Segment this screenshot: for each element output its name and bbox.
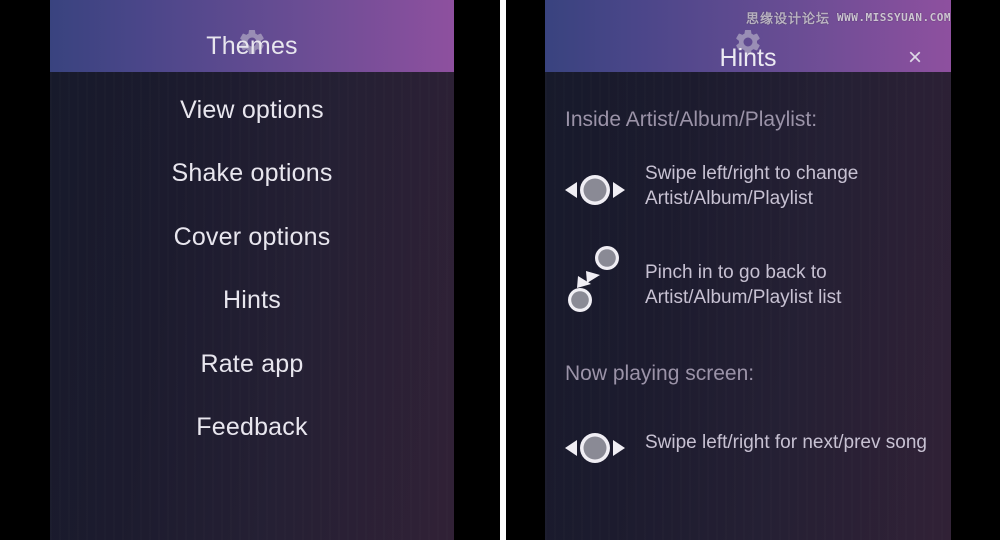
- page-title: Hints: [719, 44, 777, 72]
- menu-item-shake-options[interactable]: Shake options: [50, 161, 454, 186]
- menu-item-hints[interactable]: Hints: [50, 288, 454, 313]
- section-heading-now-playing: Now playing screen:: [565, 362, 755, 385]
- hint-text: Swipe left/right to change Artist/Album/…: [645, 163, 859, 209]
- settings-menu: Themes View options Shake options Cover …: [50, 0, 454, 479]
- swipe-horizontal-icon: [557, 160, 633, 220]
- screenshot-stage: Themes View options Shake options Cover …: [0, 0, 1000, 550]
- menu-item-view-options[interactable]: View options: [50, 97, 454, 123]
- close-icon[interactable]: ×: [899, 42, 931, 74]
- menu-item-feedback[interactable]: Feedback: [50, 415, 454, 440]
- hints-dialog: Hints × Inside Artist/Album/Playlist: Sw…: [545, 0, 951, 540]
- settings-screen: Themes View options Shake options Cover …: [50, 0, 454, 540]
- pinch-in-icon: [557, 240, 633, 320]
- device-bezel-right: [951, 0, 1000, 540]
- device-bezel-middle-left: [506, 0, 545, 540]
- hints-titlebar: Hints ×: [545, 42, 951, 74]
- hint-text: Pinch in to go back to Artist/Album/Play…: [645, 262, 842, 308]
- hints-screen: Hints × Inside Artist/Album/Playlist: Sw…: [545, 0, 951, 540]
- hint-text: Swipe left/right for next/prev song: [645, 432, 927, 453]
- section-heading-inside-artist: Inside Artist/Album/Playlist:: [565, 108, 818, 131]
- device-bezel-left: [0, 0, 50, 540]
- menu-item-rate-app[interactable]: Rate app: [50, 351, 454, 377]
- device-bezel-middle-right: [454, 0, 500, 540]
- menu-item-cover-options[interactable]: Cover options: [50, 224, 454, 250]
- menu-item-themes[interactable]: Themes: [50, 34, 454, 59]
- swipe-horizontal-icon: [557, 418, 633, 478]
